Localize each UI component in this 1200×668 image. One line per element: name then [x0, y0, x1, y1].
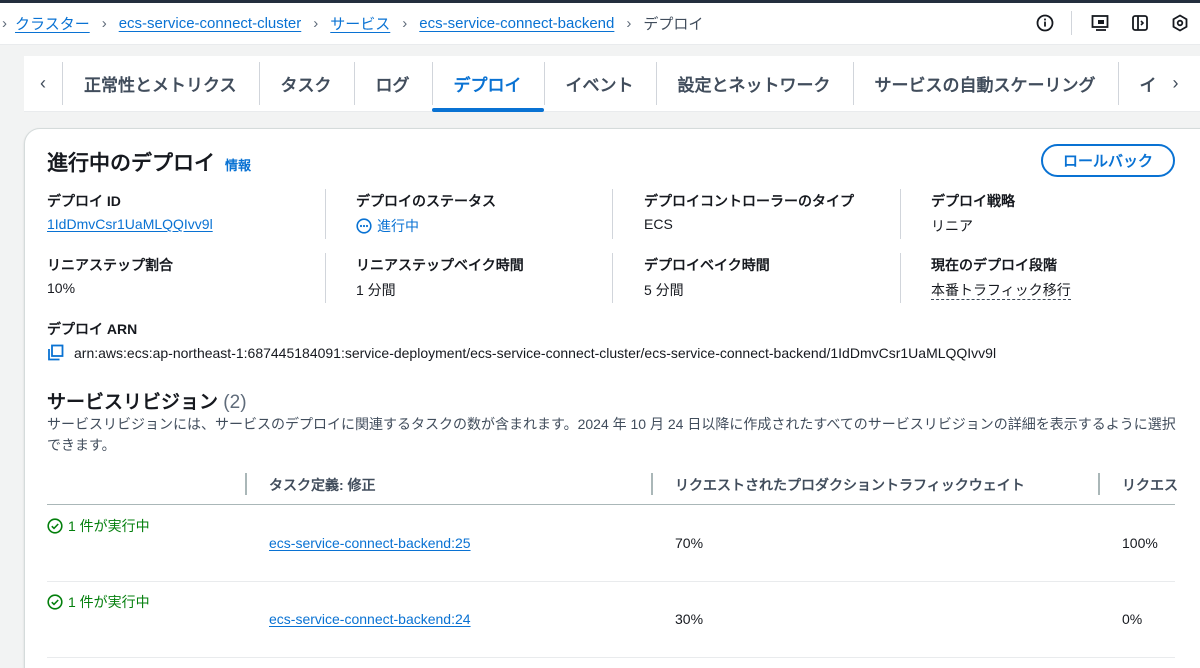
revisions-count: (2)	[223, 392, 247, 413]
requested-value: 0%	[1122, 611, 1143, 627]
tab-bar: ‹ 正常性とメトリクス タスク ログ デプロイ イベント 設定とネットワーク サ…	[24, 56, 1200, 112]
field-label: デプロイのステータス	[356, 193, 496, 209]
table-header: タスク定義: 修正 リクエストされたプロダクショントラフィックウェイト リクエス	[47, 471, 1178, 505]
field-value: リニア	[931, 218, 973, 234]
info-link[interactable]: 情報	[225, 155, 251, 174]
breadcrumb: › クラスター › ecs-service-connect-cluster › …	[0, 3, 1200, 45]
deployment-id-field: デプロイ ID 1IdDmvCsr1UaMLQQIvv9l	[47, 191, 213, 232]
revisions-title: サービスリビジョン	[47, 392, 219, 413]
success-icon	[47, 594, 63, 610]
field-label: デプロイ ARN	[47, 321, 138, 337]
table-row: 1 件が実行中 ecs-service-connect-backend:25 7…	[47, 506, 1175, 582]
column-divider	[612, 253, 613, 303]
field-value: ECS	[644, 216, 673, 232]
breadcrumb-services[interactable]: サービス	[330, 13, 390, 34]
tab-health-metrics[interactable]: 正常性とメトリクス	[62, 56, 259, 111]
traffic-weight: 30%	[675, 611, 704, 627]
column-resizer[interactable]	[651, 473, 653, 495]
panel-title: 進行中のデプロイ	[47, 152, 215, 175]
controller-type-field: デプロイコントローラーのタイプ ECS	[644, 191, 854, 232]
tab-logs[interactable]: ログ	[353, 56, 432, 111]
column-divider	[900, 189, 901, 239]
field-label: 現在のデプロイ段階	[931, 257, 1057, 273]
scroll-right-icon[interactable]: ›	[1165, 56, 1187, 111]
breadcrumb-cluster[interactable]: ecs-service-connect-cluster	[119, 15, 302, 32]
field-value: 1 分間	[356, 282, 396, 298]
status-in-progress: 進行中	[356, 216, 419, 236]
linear-step-bake-time-field: リニアステップベイク時間 1 分間	[356, 255, 524, 300]
current-phase-value[interactable]: 本番トラフィック移行	[931, 282, 1071, 300]
deployment-arn-field: デプロイ ARN arn:aws:ecs:ap-northeast-1:6874…	[47, 319, 996, 361]
info-icon[interactable]	[1033, 11, 1057, 35]
arn-value: arn:aws:ecs:ap-northeast-1:687445184091:…	[74, 344, 997, 361]
chevron-right-icon: ›	[626, 15, 632, 32]
column-header-requested[interactable]: リクエス	[1122, 475, 1178, 495]
task-def-link[interactable]: ecs-service-connect-backend:24	[269, 611, 471, 627]
settings-icon[interactable]	[1168, 11, 1192, 35]
breadcrumb-current: デプロイ	[643, 16, 704, 33]
row-status: 1 件が実行中	[47, 516, 150, 537]
column-header-task-def[interactable]: タスク定義: 修正	[269, 475, 376, 495]
field-label: リニアステップ割合	[47, 257, 173, 273]
deployment-panel: 進行中のデプロイ 情報 ロールバック デプロイ ID 1IdDmvCsr1UaM…	[24, 128, 1200, 668]
chevron-right-icon: ›	[101, 15, 107, 32]
success-icon	[47, 518, 63, 534]
toolbar-divider	[1071, 11, 1072, 35]
chevron-right-icon: ›	[2, 15, 7, 32]
status-text: 1 件が実行中	[68, 594, 150, 610]
table-row: 1 件が実行中 ecs-service-connect-backend:24 3…	[47, 582, 1175, 658]
column-resizer[interactable]	[1098, 473, 1100, 495]
top-toolbar	[1017, 11, 1192, 35]
field-value: 10%	[47, 280, 76, 296]
breadcrumb-cluster-list[interactable]: クラスター	[15, 13, 90, 34]
breadcrumb-service[interactable]: ecs-service-connect-backend	[419, 15, 614, 32]
chevron-right-icon: ›	[402, 15, 408, 32]
requested-value: 100%	[1122, 535, 1158, 551]
deployment-id-link[interactable]: 1IdDmvCsr1UaMLQQIvv9l	[47, 216, 213, 232]
traffic-weight: 70%	[675, 535, 704, 551]
revisions-heading: サービスリビジョン (2)	[47, 387, 247, 414]
field-value: 5 分間	[644, 282, 684, 298]
task-def-link[interactable]: ecs-service-connect-backend:25	[269, 535, 471, 551]
chevron-right-icon: ›	[313, 15, 319, 32]
column-header-requested-weight[interactable]: リクエストされたプロダクショントラフィックウェイト	[675, 475, 1025, 495]
screenshot-icon[interactable]	[1088, 11, 1112, 35]
tab-service-auto-scaling[interactable]: サービスの自動スケーリング	[852, 56, 1118, 111]
deployment-bake-time-field: デプロイベイク時間 5 分間	[644, 255, 770, 300]
tab-events[interactable]: イベント	[543, 56, 656, 111]
copy-icon[interactable]	[47, 344, 64, 361]
field-label: デプロイベイク時間	[644, 257, 770, 273]
linear-step-percent-field: リニアステップ割合 10%	[47, 255, 173, 296]
tab-tasks[interactable]: タスク	[258, 56, 354, 111]
rollback-button[interactable]: ロールバック	[1041, 144, 1175, 177]
field-label: デプロイ ID	[47, 193, 121, 209]
revisions-description: サービスリビジョンには、サービスのデプロイに関連するタスクの数が含まれます。20…	[47, 416, 1176, 453]
status-text: 1 件が実行中	[68, 518, 150, 534]
tab-configuration-networking[interactable]: 設定とネットワーク	[655, 56, 853, 111]
column-divider	[612, 189, 613, 239]
field-label: リニアステップベイク時間	[356, 257, 524, 273]
column-divider	[325, 253, 326, 303]
panel-icon[interactable]	[1128, 11, 1152, 35]
panel-header: 進行中のデプロイ 情報	[47, 147, 251, 177]
current-phase-field: 現在のデプロイ段階 本番トラフィック移行	[931, 255, 1071, 300]
status-text: 進行中	[377, 218, 419, 234]
tab-truncated[interactable]: イ	[1117, 56, 1165, 111]
deployment-status-field: デプロイのステータス 進行中	[356, 191, 496, 237]
field-label: デプロイコントローラーのタイプ	[644, 193, 854, 209]
scroll-left-icon[interactable]: ‹	[24, 56, 62, 111]
in-progress-icon	[356, 218, 372, 234]
column-divider	[325, 189, 326, 239]
tab-deployments[interactable]: デプロイ	[431, 56, 544, 112]
field-label: デプロイ戦略	[931, 193, 1015, 209]
column-resizer[interactable]	[245, 473, 247, 495]
deployment-strategy-field: デプロイ戦略 リニア	[931, 191, 1015, 236]
row-status: 1 件が実行中	[47, 592, 150, 613]
column-divider	[900, 253, 901, 303]
